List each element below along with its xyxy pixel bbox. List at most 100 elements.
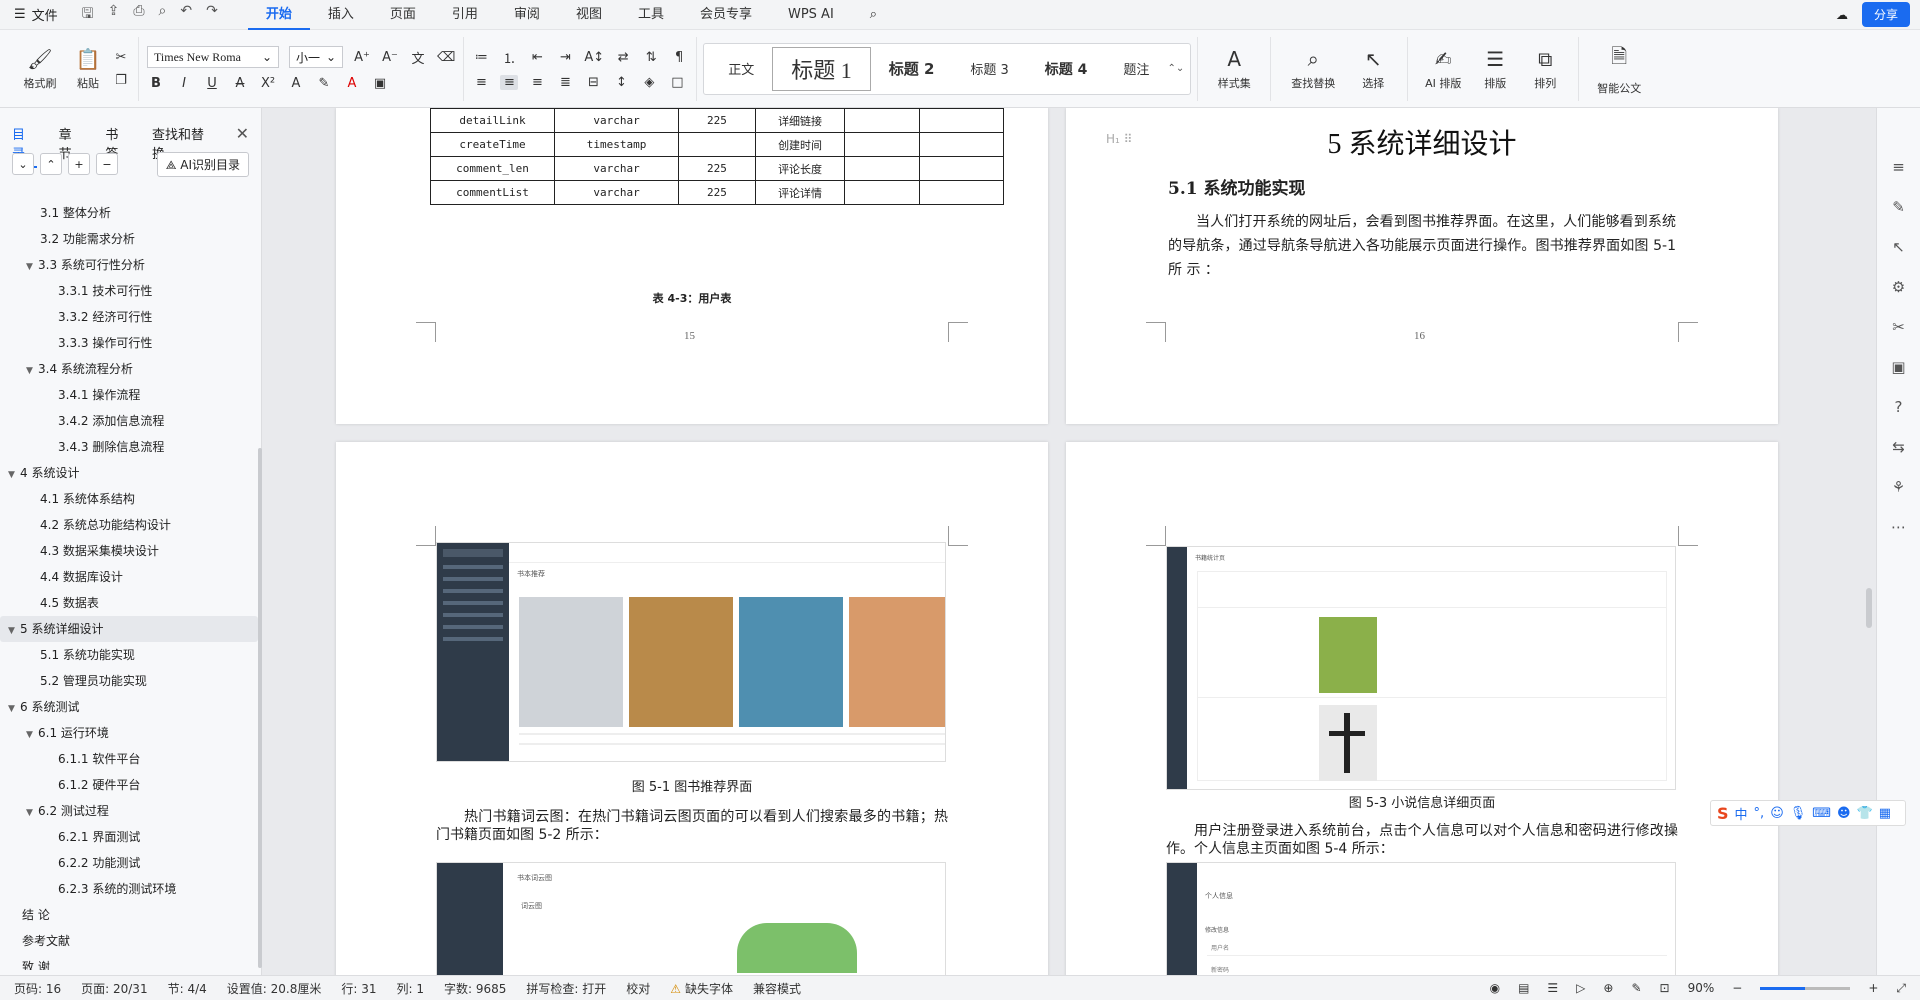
toc-item[interactable]: 5.1 系统功能实现 [0,642,258,668]
table-cell[interactable]: 225 [678,108,756,133]
table-cell[interactable] [678,132,756,157]
punctuation-icon[interactable]: °, [1754,806,1765,821]
table-cell[interactable]: detailLink [429,108,556,133]
toc-item[interactable]: ▼ 6 系统测试 [0,694,258,720]
minus-icon[interactable]: − [96,153,118,175]
toc-item[interactable]: 4.4 数据库设计 [0,564,258,590]
toc-item[interactable]: 4.3 数据采集模块设计 [0,538,258,564]
preview-icon[interactable]: ⌕ [159,3,167,27]
web-view-icon[interactable]: ⊕ [1603,981,1613,995]
style-heading-4[interactable]: 标题 4 [1027,47,1106,91]
zoom-value[interactable]: 90% [1688,981,1715,995]
toc-item[interactable]: 3.3.3 操作可行性 [0,330,258,356]
plus-icon[interactable]: + [68,153,90,175]
shading-icon[interactable]: ◈ [640,75,658,90]
tab-member[interactable]: 会员专享 [682,0,770,30]
ai-toc-button[interactable]: ⟁ AI识别目录 [156,151,249,177]
phonetic-icon[interactable]: 文 [409,48,427,67]
table-cell[interactable]: 225 [678,180,756,205]
image-edit-icon[interactable]: ▣ [1891,358,1905,376]
align-left-icon[interactable]: ≡ [472,75,490,90]
table-cell[interactable] [918,108,1005,133]
status-setting[interactable]: 设置值: 20.8厘米 [227,980,322,997]
share-icon[interactable]: ⇆ [1892,438,1905,456]
document-scrollbar[interactable] [1862,108,1876,975]
italic-icon[interactable]: I [175,76,193,91]
file-menu[interactable]: ☰ 文件 [0,5,72,24]
sort-icon[interactable]: ⇅ [642,50,660,65]
underline-icon[interactable]: U [203,76,221,91]
format-painter-button[interactable]: 🖌 格式刷 [16,39,64,99]
table-cell[interactable] [844,108,920,133]
skin-icon[interactable]: 👕 [1857,806,1873,821]
toc-item[interactable]: ▼ 3.3 系统可行性分析 [0,252,258,278]
cloud-icon[interactable]: ☁ [1836,8,1848,22]
toc-item[interactable]: 结 论 [0,902,258,928]
table-cell[interactable]: createTime [429,132,556,157]
print-icon[interactable]: ⎙ [133,3,144,27]
expand-triangle-icon[interactable]: ▼ [26,358,38,384]
status-missing-font[interactable]: ⚠ 缺失字体 [670,980,733,997]
style-heading-2[interactable]: 标题 2 [871,47,953,91]
status-section[interactable]: 节: 4/4 [168,980,207,997]
table-cell[interactable]: varchar [554,156,680,181]
table-cell[interactable]: 详细链接 [754,108,846,133]
toc-item[interactable]: 参考文献 [0,928,258,954]
toc-item[interactable]: 6.1.1 软件平台 [0,746,258,772]
paste-button[interactable]: 📋 粘贴 [64,39,112,99]
toc-item[interactable]: 4.5 数据表 [0,590,258,616]
cursor-icon[interactable]: ↖ [1892,238,1905,256]
toc-item[interactable]: 3.3.2 经济可行性 [0,304,258,330]
superscript-icon[interactable]: X² [259,76,277,91]
grid-icon[interactable]: ▦ [1879,806,1891,821]
tab-insert[interactable]: 插入 [310,0,372,30]
edit-icon[interactable]: ✎ [1892,198,1905,216]
toc-item[interactable]: ▼ 4 系统设计 [0,460,258,486]
status-proof[interactable]: 校对 [626,980,650,997]
show-marks-icon[interactable]: ¶ [670,50,688,65]
toc-item[interactable]: 4.2 系统总功能结构设计 [0,512,258,538]
status-page[interactable]: 页码: 16 [14,980,61,997]
table-cell[interactable] [844,156,920,181]
select-button[interactable]: ↖ 选择 [1347,39,1399,99]
toc-item[interactable]: 3.4.3 删除信息流程 [0,434,258,460]
search-icon[interactable]: ⌕ [852,0,895,30]
char-shading-icon[interactable]: ▣ [371,76,389,91]
style-set-button[interactable]: A 样式集 [1206,39,1262,99]
expand-triangle-icon[interactable]: ▼ [8,462,20,488]
line-spacing-icon[interactable]: ↕ [612,75,630,90]
tab-references[interactable]: 引用 [434,0,496,30]
status-words[interactable]: 字数: 9685 [444,980,506,997]
tab-view[interactable]: 视图 [558,0,620,30]
smart-doc-button[interactable]: 🗎 智能公文 [1587,39,1651,99]
font-name-select[interactable]: Times New Roma ⌄ [147,46,279,68]
tab-home[interactable]: 开始 [247,0,310,30]
page-view-icon[interactable]: ▤ [1518,981,1529,995]
style-normal[interactable]: 正文 [710,47,772,91]
cut-icon[interactable]: ✂ [112,50,130,65]
keyboard-icon[interactable]: ⌨ [1812,806,1831,821]
table-cell[interactable]: timestamp [554,132,680,157]
emoji-icon[interactable]: ☺ [1770,806,1784,821]
table-cell[interactable] [918,132,1005,157]
chevron-up-icon[interactable]: ⌃ [40,153,62,175]
toc-item[interactable]: ▼ 5 系统详细设计 [0,616,258,642]
save-icon[interactable]: 🖫 [82,3,94,27]
table-cell[interactable]: 评论长度 [754,156,846,181]
toc-item[interactable]: 3.2 功能需求分析 [0,226,258,252]
toc-item[interactable]: 6.2.2 功能测试 [0,850,258,876]
expand-triangle-icon[interactable]: ▼ [26,722,38,748]
menu-icon[interactable]: ≡ [1892,158,1905,176]
tab-review[interactable]: 审阅 [496,0,558,30]
toc-item[interactable]: 3.4.2 添加信息流程 [0,408,258,434]
expand-triangle-icon[interactable]: ▼ [8,696,20,722]
toc-item[interactable]: 6.1.2 硬件平台 [0,772,258,798]
table-cell[interactable]: commentList [429,180,556,205]
play-icon[interactable]: ▷ [1576,981,1585,995]
eye-icon[interactable]: ◉ [1490,981,1500,995]
table-cell[interactable] [844,132,920,157]
toc-item[interactable]: 致 谢 [0,954,258,970]
border-icon[interactable]: □ [668,75,686,90]
table-cell[interactable] [918,156,1005,181]
user-icon[interactable]: ☻ [1837,806,1851,821]
